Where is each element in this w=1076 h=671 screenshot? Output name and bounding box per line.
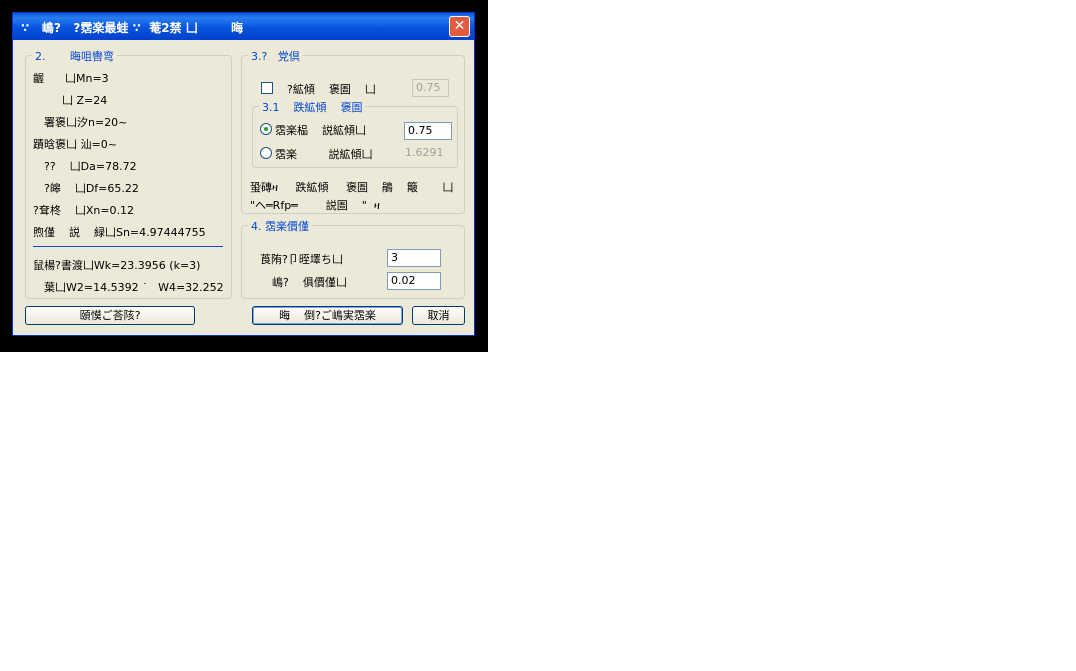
param-line: 葉凵W2=14.5392 ˙ W4=32.252: [44, 281, 224, 294]
group-2: 2. 晦咀轡弯 齷 凵Mn=3 凵 Z=24 署褒凵汐n=20~ 蹟晗褒凵 汕=…: [25, 48, 232, 299]
param-line: 署褒凵汐n=20~: [44, 116, 128, 129]
param-line: 鼠楊?書渡凵Wk=23.3956 (k=3): [33, 259, 201, 272]
param-line: 齷 凵Mn=3: [33, 72, 109, 85]
cancel-button[interactable]: 取消: [412, 306, 465, 325]
backlash-checkbox[interactable]: [261, 82, 273, 94]
group-3: 3.? 党倶 ?絋傾 褒圄 凵 0.75 3.1 跌絋傾 褒圄 霑楽榀 説絋傾凵…: [241, 48, 465, 214]
group-3-legend: 3.? 党倶: [248, 48, 303, 64]
row-1-label: 莨陏?卩晊墿ち凵: [260, 253, 343, 266]
subgroup-3-1: 3.1 跌絋傾 褒圄 霑楽榀 説絋傾凵 0.75 霑楽 説絋傾凵 1.6291: [252, 99, 458, 168]
group-4-legend: 4. 霑楽價僅: [248, 218, 312, 234]
subgroup-3-1-legend: 3.1 跌絋傾 褒圄: [259, 99, 366, 115]
radio-option-2-label: 霑楽 説絋傾凵: [275, 148, 373, 161]
window-title: ∵ 嶋? ?霑楽最蛙 ∵ 菴2禁 凵 晦: [21, 21, 244, 35]
note-line-2: "ヘ═Rfp═ 説圄 " ዛ: [250, 199, 380, 212]
param-line: ?? 凵Da=78.72: [44, 160, 137, 173]
param-line: 凵 Z=24: [62, 94, 108, 107]
divider: [33, 246, 223, 247]
backlash-input[interactable]: 0.75: [412, 79, 449, 97]
close-icon: ✕: [453, 18, 466, 34]
group-2-legend: 2. 晦咀轡弯: [32, 48, 117, 64]
radio-option-1-label: 霑楽榀 説絋傾凵: [275, 124, 366, 137]
radio-option-1-input[interactable]: 0.75: [404, 122, 452, 140]
checkbox-label: ?絋傾 褒圄 凵: [287, 83, 376, 96]
radio-option-1[interactable]: [260, 123, 272, 135]
dialog-window: ∵ 嶋? ?霑楽最蛙 ∵ 菴2禁 凵 晦 ✕ 2. 晦咀轡弯 齷 凵Mn=3 凵…: [12, 12, 475, 336]
param-line: 蹟晗褒凵 汕=0~: [33, 138, 117, 151]
param-line: 煦僅 説 緑凵Sn=4.97444755: [33, 226, 206, 239]
radio-option-2[interactable]: [260, 147, 272, 159]
param-line: ?皞 凵Df=65.22: [44, 182, 139, 195]
row-2-label: 嶋? 俱價僅凵: [272, 276, 347, 289]
note-line-1: 蛩磚ዛ 跌絋傾 褒圄 鵑 簸 凵: [250, 181, 454, 194]
left-button[interactable]: 頤慔ご荅陔?: [25, 306, 195, 325]
radio-option-2-value: 1.6291: [405, 146, 444, 159]
close-button[interactable]: ✕: [449, 16, 470, 37]
confirm-button[interactable]: 晦 倒?ご嶋実霑楽: [252, 306, 403, 325]
group-4: 4. 霑楽價僅 莨陏?卩晊墿ち凵 3 嶋? 俱價僅凵 0.02: [241, 218, 465, 299]
param-line: ?耷柊 凵Xn=0.12: [33, 204, 135, 217]
row-1-input[interactable]: 3: [387, 249, 441, 267]
row-2-input[interactable]: 0.02: [387, 272, 441, 290]
title-bar[interactable]: ∵ 嶋? ?霑楽最蛙 ∵ 菴2禁 凵 晦 ✕: [13, 13, 474, 40]
